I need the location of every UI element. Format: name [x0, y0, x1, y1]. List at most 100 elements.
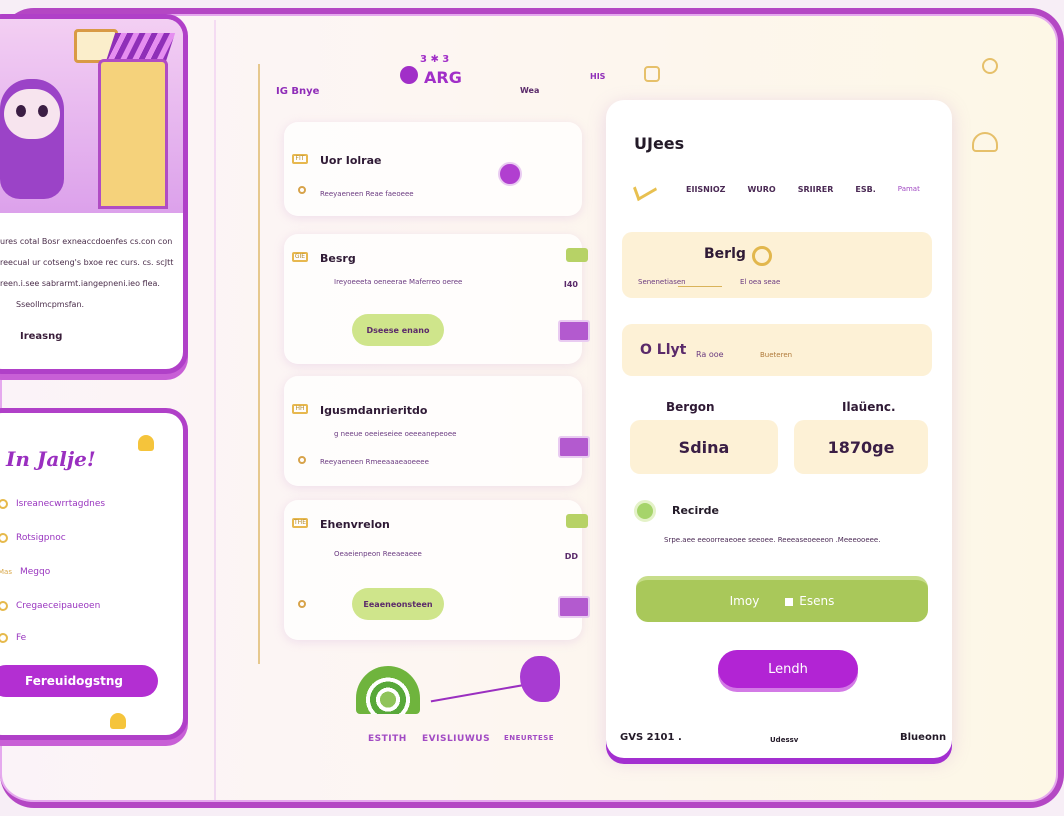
checkmark-icon	[633, 176, 657, 202]
panel-title: Igusmdanrieritdo	[320, 404, 428, 417]
tag-badge: HH	[292, 404, 308, 414]
panel-subtitle: Reeyaeneen Rmeeaaaeaoeeee	[320, 458, 429, 466]
panel-subtitle: Reeyaeneen Reae faeoeee	[320, 190, 414, 198]
thumbnail-icon	[558, 436, 590, 458]
circle-icon	[0, 601, 8, 611]
stat-value: Sdina	[630, 420, 778, 474]
tab[interactable]: SRIIRER	[798, 185, 834, 194]
menu-cta-button[interactable]: Fereuidogstng	[0, 665, 158, 697]
stat-label: Bergon	[666, 400, 715, 414]
square-icon	[785, 597, 794, 606]
description-line: reen.i.see sabrarmt.iangepneni.ieo flea.	[0, 279, 160, 288]
logo-text: ARG	[424, 68, 462, 87]
list-panel[interactable]: THE Ehenvrelon Oeaeienpeon Reeaeaeee DD …	[284, 500, 590, 640]
menu-item-label: Megqo	[19, 567, 51, 577]
menu-card-title: In Jalje!	[6, 447, 96, 471]
header-nav-link[interactable]: HIS	[590, 72, 605, 81]
action-bar-right-group[interactable]: Esens	[785, 594, 834, 608]
bell-icon[interactable]	[138, 435, 154, 451]
info-box[interactable]: Berlg Senenetiasen El oea seae	[622, 232, 932, 298]
tab-bar: EIISNIOZ WURO SRIIRER ESB. Pamat	[633, 176, 920, 202]
action-bar-right: Esens	[799, 594, 835, 608]
footer-right[interactable]: Blueonn	[900, 732, 946, 743]
description-line: ures cotal Bosr exneaccdoenfes cs.con co…	[0, 237, 173, 246]
launch-button[interactable]: Lendh	[718, 650, 858, 688]
menu-item[interactable]: Isreanecwrrtagdnes	[0, 499, 105, 509]
action-bar-left[interactable]: Imoy	[730, 594, 760, 608]
tag-badge: THE	[292, 518, 308, 528]
stat-value: 1870ge	[794, 420, 928, 474]
info-sub: Bueteren	[760, 351, 793, 359]
lamp-icon	[972, 132, 998, 152]
footer-link[interactable]: EVISLIUWUS	[422, 734, 490, 744]
tag-badge: FIT	[292, 154, 308, 164]
tag-badge: GIE	[292, 252, 308, 262]
menu-item-label: Fe	[16, 633, 27, 643]
description-line: Sseollmcpmsfan.	[16, 300, 85, 309]
menu-item[interactable]: Fe	[0, 633, 26, 643]
input-underline	[678, 286, 722, 287]
thumbnail-icon	[558, 320, 590, 342]
timeline-ruler	[258, 64, 260, 664]
circle-icon	[0, 499, 8, 509]
lamp-icon	[982, 58, 998, 74]
panel-title: Besrg	[320, 252, 356, 265]
bell-icon	[110, 713, 126, 729]
menu-item[interactable]: Rotsigpnoc	[0, 533, 66, 543]
circle-icon	[0, 533, 8, 543]
thumbnail-icon	[558, 596, 590, 618]
menu-item-label: Rotsigpnoc	[16, 533, 66, 543]
footer-link[interactable]: ESTITH	[368, 734, 407, 744]
bullet-icon	[298, 600, 306, 608]
tab[interactable]: EIISNIOZ	[686, 185, 725, 194]
list-panel[interactable]: FIT Uor Iolrae Reeyaeneen Reae faeoeee	[284, 122, 582, 216]
panel-number: I40	[563, 280, 578, 289]
bullet-icon	[298, 456, 306, 464]
info-box[interactable]: O Llyt Ra ooe Bueteren	[622, 324, 932, 376]
results-text: Srpe.aee eeoorreaeoee seeoee. Reeeaseoee…	[664, 536, 881, 544]
tab[interactable]: WURO	[747, 185, 775, 194]
list-panel[interactable]: GIE Besrg Ireyoeeeta oeneerae Maferreo o…	[284, 234, 590, 364]
menu-item-label: Cregaeceipaueoen	[16, 601, 101, 611]
footer-left: GVS 2101 .	[620, 732, 682, 743]
panel-subtitle: Oeaeienpeon Reeaeaeee	[334, 550, 422, 558]
action-bar[interactable]: Imoy Esens	[636, 576, 928, 622]
menu-item[interactable]: Mas Megqo	[0, 567, 50, 577]
mascot-eye-icon	[16, 105, 26, 117]
menu-item[interactable]: Cregaeceipaueoen	[0, 601, 100, 611]
results-title: Recirde	[672, 504, 719, 517]
info-heading: Berlg	[704, 246, 746, 262]
list-panel[interactable]: HH Igusmdanrieritdo g neeue oeeieseiee o…	[284, 376, 590, 486]
panel-title: Uor Iolrae	[320, 154, 382, 167]
panel-number: DD	[564, 552, 578, 561]
ring-icon	[752, 246, 772, 266]
logo-icon	[400, 66, 418, 84]
sparkle-icon	[644, 66, 660, 82]
card-footer-link[interactable]: Ireasng	[20, 331, 169, 342]
stat-label: Ilaüenc.	[842, 400, 896, 414]
info-sub: El oea seae	[740, 278, 781, 286]
column-divider	[214, 20, 216, 800]
panel-subtitle: Ireyoeeeta oeneerae Maferreo oeree	[334, 278, 463, 286]
shop-icon	[98, 59, 168, 209]
menu-card: In Jalje! Isreanecwrrtagdnes Rotsigpnoc …	[0, 408, 188, 740]
info-suffix: Ra ooe	[696, 350, 724, 359]
panel-title: Ehenvrelon	[320, 518, 390, 531]
footer-mid[interactable]: Udessv	[770, 736, 798, 744]
header-nav-link[interactable]: IG Bnye	[276, 86, 319, 97]
info-heading: O Llyt	[640, 342, 687, 358]
panel-action-button[interactable]: Eeaeneonsteen	[352, 588, 444, 620]
tab[interactable]: Pamat	[898, 185, 920, 193]
mascot-eye-icon	[38, 105, 48, 117]
status-pill	[566, 514, 588, 528]
mascot-head-icon	[4, 89, 60, 139]
info-sub: Senenetiasen	[638, 278, 686, 286]
featured-card[interactable]: ures cotal Bosr exneaccdoenfes cs.con co…	[0, 14, 188, 374]
circle-icon	[0, 633, 8, 643]
menu-item-label: Isreanecwrrtagdnes	[16, 499, 106, 509]
header-nav-link[interactable]: Wea	[520, 86, 539, 95]
tab[interactable]: ESB.	[855, 185, 875, 194]
snail-icon	[498, 162, 522, 186]
footer-link[interactable]: ENEURTESE	[504, 734, 554, 742]
panel-action-button[interactable]: Dseese enano	[352, 314, 444, 346]
